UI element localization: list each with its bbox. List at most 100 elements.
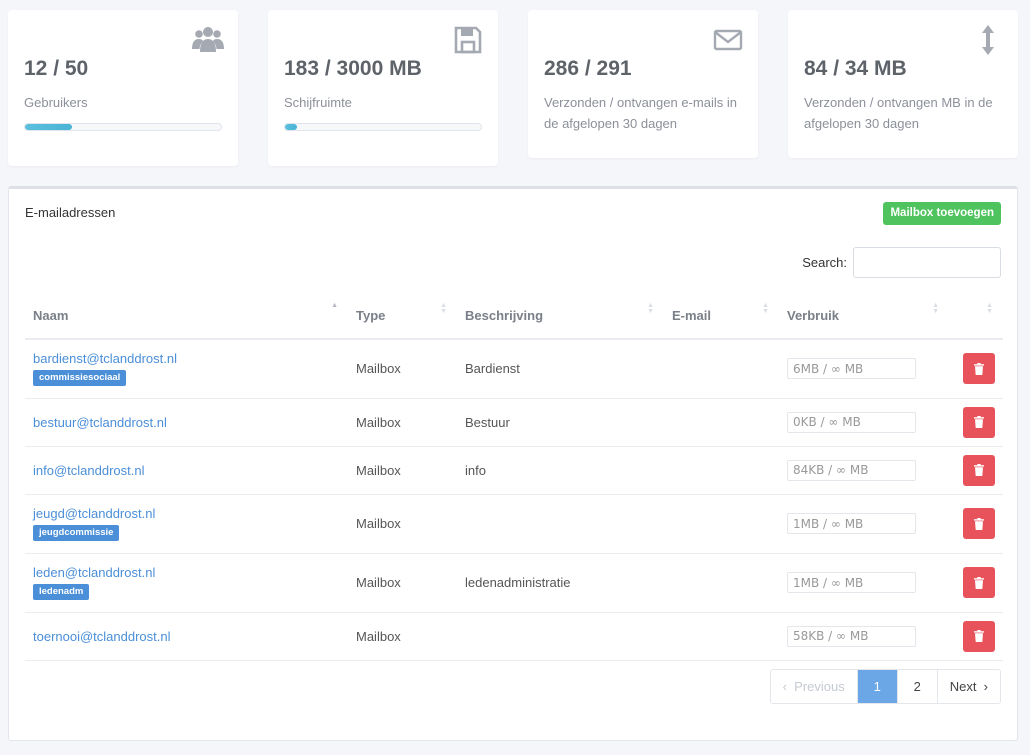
cell-description: Bestuur (457, 398, 664, 447)
cell-actions (949, 339, 1003, 399)
sort-icon: ▲ (331, 302, 338, 309)
cell-description (457, 612, 664, 661)
email-link[interactable]: leden@tclanddrost.nl (33, 565, 340, 580)
cell-actions (949, 612, 1003, 661)
search-input[interactable] (853, 247, 1001, 278)
stat-label: Verzonden / ontvangen MB in de afgelopen… (804, 95, 993, 131)
group-tag[interactable]: jeugdcommissie (33, 525, 120, 541)
email-table: Naam ▲ Type ▲ ▼ Beschrijving ▲ ▼ E-mail ▲ ▼ Ver… (25, 293, 1003, 661)
stat-value: 12 / 50 (24, 57, 89, 80)
delete-button[interactable] (963, 406, 995, 438)
disk-progress-fill (285, 124, 297, 130)
search-label: Search: (802, 255, 847, 270)
cell-usage (779, 553, 949, 613)
usage-field (787, 625, 916, 647)
users-icon (192, 24, 224, 56)
add-mailbox-button[interactable]: Mailbox toevoegen (883, 202, 1001, 225)
cell-description: ledenadministratie (457, 553, 664, 613)
stat-label: Gebruikers (24, 95, 88, 110)
cell-name: info@tclanddrost.nl (25, 446, 348, 495)
usage-field (787, 459, 916, 481)
table-row: bestuur@tclanddrost.nl Mailbox Bestuur (25, 398, 1003, 447)
delete-button[interactable] (963, 353, 995, 385)
cell-email (664, 446, 779, 495)
vertical-arrows-icon (972, 24, 1004, 56)
table-row: info@tclanddrost.nl Mailbox info (25, 446, 1003, 495)
trash-icon (974, 416, 984, 428)
column-header-type[interactable]: Type ▲ ▼ (348, 293, 457, 340)
sort-icon: ▲ ▼ (762, 302, 769, 315)
delete-button[interactable] (963, 567, 995, 598)
stat-card-traffic: 84 / 34 MB Verzonden / ontvangen MB in d… (788, 10, 1018, 158)
trash-icon (974, 464, 984, 476)
email-link[interactable]: toernooi@tclanddrost.nl (33, 629, 340, 644)
table-row: toernooi@tclanddrost.nl Mailbox (25, 612, 1003, 661)
pagination: ‹ Previous 1 2 Next › (769, 669, 1001, 704)
floppy-disk-icon (452, 24, 484, 56)
delete-button[interactable] (963, 620, 995, 652)
stat-label: Schijfruimte (284, 95, 352, 110)
cell-usage (779, 612, 949, 661)
cell-description: info (457, 446, 664, 495)
stat-value: 84 / 34 MB (804, 57, 907, 80)
stat-card-users: 12 / 50 Gebruikers (8, 10, 238, 166)
trash-icon (974, 362, 984, 375)
column-header-name[interactable]: Naam ▲ (25, 293, 348, 340)
cell-type: Mailbox (348, 494, 457, 554)
cell-name: bestuur@tclanddrost.nl (25, 398, 348, 447)
cell-actions (949, 398, 1003, 447)
delete-button[interactable] (963, 454, 995, 486)
cell-email (664, 553, 779, 613)
page-1-button[interactable]: 1 (856, 670, 897, 703)
usage-field (787, 358, 916, 380)
sort-icon: ▲ ▼ (440, 302, 447, 315)
stat-value: 286 / 291 (544, 57, 632, 80)
sort-icon: ▲ ▼ (932, 302, 939, 315)
cell-email (664, 398, 779, 447)
table-row: bardienst@tclanddrost.nl commissiesociaa… (25, 339, 1003, 399)
next-page-button[interactable]: Next › (936, 670, 1000, 703)
cell-actions (949, 553, 1003, 613)
stat-card-emails: 286 / 291 Verzonden / ontvangen e-mails … (528, 10, 758, 158)
page-2-button[interactable]: 2 (896, 670, 937, 703)
cell-usage (779, 398, 949, 447)
usage-field (787, 572, 916, 593)
cell-email (664, 612, 779, 661)
search-area: Search: (802, 247, 1001, 278)
stat-label: Verzonden / ontvangen e-mails in de afge… (544, 95, 737, 131)
table-row: jeugd@tclanddrost.nl jeugdcommissie Mail… (25, 494, 1003, 554)
column-header-actions[interactable]: ▲ ▼ (949, 293, 1003, 340)
cell-name: jeugd@tclanddrost.nl jeugdcommissie (25, 494, 348, 554)
email-link[interactable]: info@tclanddrost.nl (33, 463, 340, 478)
sort-icon: ▲ ▼ (986, 302, 993, 315)
cell-type: Mailbox (348, 612, 457, 661)
disk-progress (284, 123, 482, 131)
previous-page-button[interactable]: ‹ Previous (771, 670, 857, 703)
email-addresses-panel: E-mailadressen Mailbox toevoegen Search:… (8, 186, 1018, 741)
group-tag[interactable]: ledenadm (33, 584, 90, 600)
cell-name: toernooi@tclanddrost.nl (25, 612, 348, 661)
cell-usage (779, 446, 949, 495)
table-header-row: Naam ▲ Type ▲ ▼ Beschrijving ▲ ▼ E-mail ▲ ▼ Ver… (25, 293, 1003, 340)
group-tag[interactable]: commissiesociaal (33, 370, 127, 387)
cell-actions (949, 446, 1003, 495)
column-header-description[interactable]: Beschrijving ▲ ▼ (457, 293, 664, 340)
column-header-email[interactable]: E-mail ▲ ▼ (664, 293, 779, 340)
stat-card-disk: 183 / 3000 MB Schijfruimte (268, 10, 498, 166)
email-link[interactable]: bestuur@tclanddrost.nl (33, 415, 340, 430)
cell-usage (779, 339, 949, 399)
delete-button[interactable] (963, 508, 995, 539)
trash-icon (974, 517, 984, 530)
sort-icon: ▲ ▼ (647, 302, 654, 315)
cell-description (457, 494, 664, 554)
column-header-usage[interactable]: Verbruik ▲ ▼ (779, 293, 949, 340)
cell-type: Mailbox (348, 446, 457, 495)
users-progress-fill (25, 124, 73, 130)
cell-type: Mailbox (348, 339, 457, 399)
panel-title: E-mailadressen (25, 205, 116, 220)
envelope-icon (712, 24, 744, 56)
cell-type: Mailbox (348, 553, 457, 613)
cell-actions (949, 494, 1003, 554)
email-link[interactable]: jeugd@tclanddrost.nl (33, 506, 340, 521)
email-link[interactable]: bardienst@tclanddrost.nl (33, 351, 340, 366)
